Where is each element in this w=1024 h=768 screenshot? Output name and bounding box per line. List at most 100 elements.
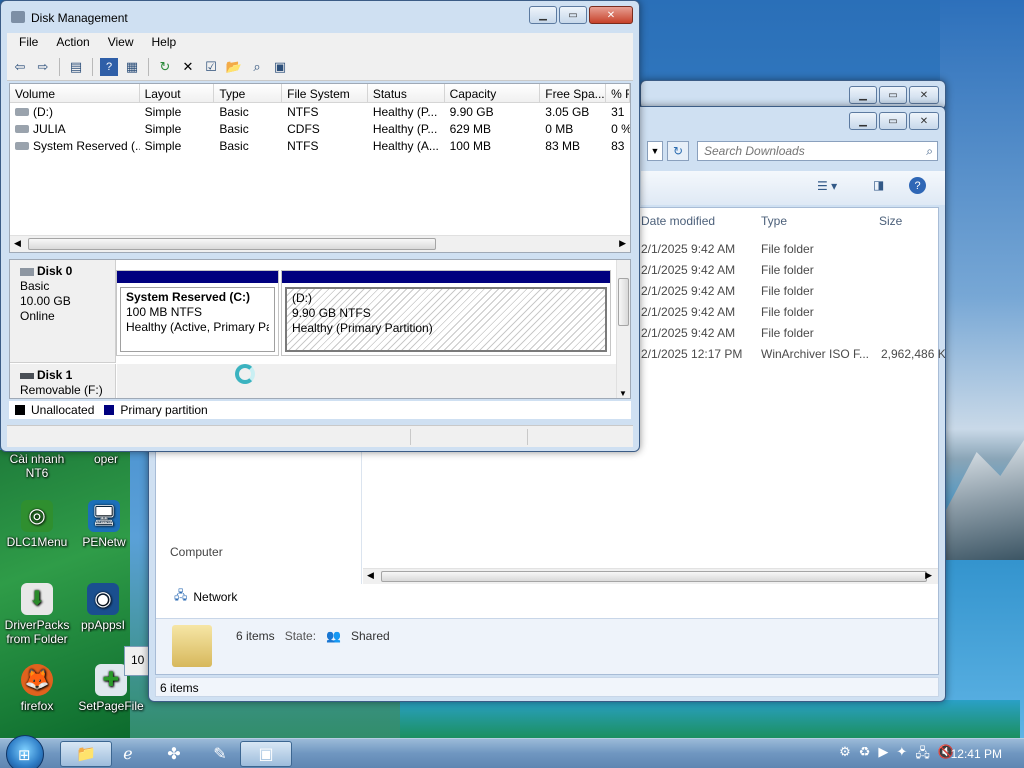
properties-icon[interactable]: ☑ xyxy=(202,58,220,76)
properties-pane-icon[interactable]: ▦ xyxy=(123,58,141,76)
maximize-icon[interactable]: ▭ xyxy=(879,86,907,104)
explore-icon[interactable]: ▣ xyxy=(271,58,289,76)
minimize-icon[interactable]: ▁ xyxy=(849,86,877,104)
column-layout[interactable]: Layout xyxy=(140,84,215,102)
minimize-icon[interactable]: ▁ xyxy=(529,6,557,24)
clock[interactable]: 12:41 PM xyxy=(951,747,1002,761)
column-status[interactable]: Status xyxy=(368,84,445,102)
cell-pct: 31 xyxy=(611,105,625,119)
desktop-icon-cai-nhanh[interactable]: Cài nhanh NT6 xyxy=(2,452,72,480)
scroll-right-icon[interactable]: ▶ xyxy=(925,570,932,581)
tray-icon-1[interactable]: ⚙ xyxy=(839,744,851,766)
address-dropdown-icon[interactable]: ▼ xyxy=(647,141,663,161)
column-volume[interactable]: Volume xyxy=(10,84,140,102)
disk0-label[interactable]: Disk 0 Basic 10.00 GB Online xyxy=(10,260,116,363)
refresh-icon[interactable]: ↻ xyxy=(156,58,174,76)
maximize-icon[interactable]: ▭ xyxy=(879,112,907,130)
folder-icon xyxy=(172,625,212,667)
partition-system-reserved[interactable]: System Reserved (C:) 100 MB NTFS Healthy… xyxy=(116,270,279,356)
column-percent-free[interactable]: % F xyxy=(606,84,630,102)
column-free-space[interactable]: Free Spa... xyxy=(540,84,607,102)
minimize-icon[interactable]: ▁ xyxy=(849,112,877,130)
desktop-icon-oper[interactable]: oper xyxy=(84,452,128,466)
horizontal-scrollbar[interactable]: ◀ ▶ xyxy=(363,568,938,584)
refresh-icon[interactable]: ↻ xyxy=(667,141,689,161)
taskbar-app3[interactable]: ✎ xyxy=(194,741,246,767)
tray-icon-2[interactable]: ♻ xyxy=(859,744,871,766)
start-button[interactable]: ⊞ xyxy=(6,735,44,768)
file-list-header: Date modified Type Size xyxy=(641,214,945,228)
desktop-icon-ppapps[interactable]: ◉ ppAppsI xyxy=(76,583,130,632)
window-controls: ▁ ▭ ✕ xyxy=(849,86,939,104)
table-row[interactable]: 2/1/2025 9:42 AM File folder xyxy=(641,326,945,347)
tray-icon-4[interactable]: ✦ xyxy=(896,744,907,766)
explorer-toolbar: ☰ ▾ ◨ ? xyxy=(641,171,945,205)
table-row[interactable]: (D:) Simple Basic NTFS Healthy (P... 9.90 GB 3… xyxy=(10,103,630,120)
back-arrow-icon[interactable]: ⇦ xyxy=(11,58,29,76)
column-type[interactable]: Type xyxy=(761,214,879,228)
search-icon[interactable]: ⌕ xyxy=(926,144,933,159)
taskbar-ie[interactable]: ℯ xyxy=(102,741,154,767)
desktop-icon-driverpacks[interactable]: ⬇ DriverPacks from Folder xyxy=(2,583,72,646)
scroll-left-icon[interactable]: ◀ xyxy=(14,238,21,249)
scroll-thumb[interactable] xyxy=(381,571,927,582)
menu-action[interactable]: Action xyxy=(56,35,89,51)
window-controls: ▁ ▭ ✕ xyxy=(529,6,633,24)
legend-unallocated: Unallocated xyxy=(31,403,95,417)
desktop-icon-dlc1menu[interactable]: ◎ DLC1Menu xyxy=(2,500,72,549)
column-file-system[interactable]: File System xyxy=(282,84,368,102)
open-folder-icon[interactable]: 📂 xyxy=(225,58,243,76)
delete-icon[interactable]: ✕ xyxy=(179,58,197,76)
table-row[interactable]: 2/1/2025 9:42 AM File folder xyxy=(641,284,945,305)
table-row[interactable]: 2/1/2025 9:42 AM File folder xyxy=(641,242,945,263)
nav-computer[interactable]: Computer xyxy=(170,545,223,559)
column-size[interactable]: Size xyxy=(879,214,945,228)
close-icon[interactable]: ✕ xyxy=(909,112,939,130)
taskbar-app2[interactable]: ✤ xyxy=(148,741,200,767)
help-icon[interactable]: ? xyxy=(100,57,118,76)
table-row[interactable]: JULIA Simple Basic CDFS Healthy (P... 629 MB 0… xyxy=(10,120,630,137)
menu-view[interactable]: View xyxy=(108,35,134,51)
show-tree-icon[interactable]: ▤ xyxy=(67,58,85,76)
search-input[interactable] xyxy=(698,142,908,160)
app-icon: ✤ xyxy=(167,746,181,763)
disk1-label[interactable]: Disk 1 Removable (F:) xyxy=(10,364,116,398)
cell-size xyxy=(881,326,945,347)
disk-management-window[interactable]: Disk Management ▁ ▭ ✕ File Action View H… xyxy=(0,0,640,452)
vertical-scrollbar[interactable]: ▼ xyxy=(616,260,630,398)
column-type[interactable]: Type xyxy=(214,84,283,102)
horizontal-scrollbar[interactable]: ◀ ▶ xyxy=(10,235,630,252)
nav-network[interactable]: 🖧 Network xyxy=(174,586,237,607)
close-icon[interactable]: ✕ xyxy=(589,6,633,24)
scroll-thumb[interactable] xyxy=(618,278,629,326)
scroll-thumb[interactable] xyxy=(28,238,436,250)
disk0-name: Disk 0 xyxy=(37,264,73,278)
table-row[interactable]: System Reserved (... Simple Basic NTFS Healt… xyxy=(10,137,630,154)
search-icon[interactable]: ⌕ xyxy=(248,58,266,76)
forward-arrow-icon[interactable]: ⇨ xyxy=(34,58,52,76)
desktop-icon-firefox[interactable]: 🦊 firefox xyxy=(2,664,72,713)
column-date-modified[interactable]: Date modified xyxy=(641,214,761,228)
scroll-right-icon[interactable]: ▶ xyxy=(619,238,626,249)
close-icon[interactable]: ✕ xyxy=(909,86,939,104)
preview-pane-icon[interactable]: ◨ xyxy=(873,178,884,192)
menu-file[interactable]: File xyxy=(19,35,38,51)
hidden-window-edge[interactable]: 10 xyxy=(124,646,150,676)
desktop-icon-penetw[interactable]: 🖥 PENetw xyxy=(78,500,130,549)
table-row[interactable]: 2/1/2025 9:42 AM File folder xyxy=(641,305,945,326)
search-box[interactable]: ⌕ xyxy=(697,141,938,161)
maximize-icon[interactable]: ▭ xyxy=(559,6,587,24)
partition-d[interactable]: (D:) 9.90 GB NTFS Healthy (Primary Parti… xyxy=(281,270,611,356)
network-icon[interactable]: 🖧 xyxy=(915,744,930,766)
scroll-down-icon[interactable]: ▼ xyxy=(619,389,627,398)
app-icon: ✎ xyxy=(213,746,227,763)
menu-help[interactable]: Help xyxy=(152,35,177,51)
scroll-left-icon[interactable]: ◀ xyxy=(367,570,374,581)
play-icon[interactable]: ▶ xyxy=(878,744,888,766)
help-icon[interactable]: ? xyxy=(909,177,926,194)
view-options-icon[interactable]: ☰ ▾ xyxy=(817,179,837,193)
table-row[interactable]: 2/1/2025 9:42 AM File folder xyxy=(641,263,945,284)
column-capacity[interactable]: Capacity xyxy=(445,84,541,102)
taskbar-disk-management[interactable]: ▣ xyxy=(240,741,292,767)
table-row[interactable]: 2/1/2025 12:17 PM WinArchiver ISO F... 2,9… xyxy=(641,347,945,368)
